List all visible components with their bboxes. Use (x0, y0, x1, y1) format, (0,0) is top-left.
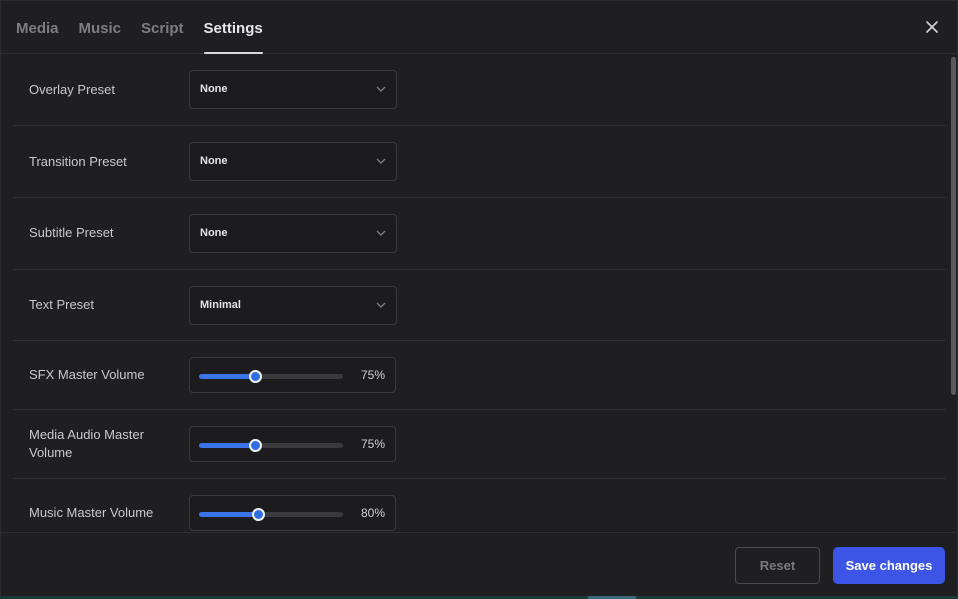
transition-preset-label: Transition Preset (29, 154, 127, 169)
tab-media[interactable]: Media (16, 1, 59, 54)
tab-bar: Media Music Script Settings (16, 1, 283, 54)
media-audio-volume-fill (199, 443, 256, 448)
text-preset-label: Text Preset (29, 297, 95, 312)
music-volume-control: 80% (189, 495, 396, 531)
chevron-down-icon (376, 86, 386, 92)
music-volume-slider[interactable] (199, 508, 343, 521)
tab-script[interactable]: Script (141, 1, 184, 54)
sfx-volume-thumb[interactable] (249, 370, 263, 383)
music-volume-row: Music Master Volume 80% (13, 479, 946, 532)
overlay-preset-select[interactable]: None (189, 70, 397, 109)
music-volume-thumb[interactable] (252, 508, 266, 521)
sfx-volume-slider[interactable] (199, 370, 343, 383)
chevron-down-icon (376, 158, 386, 164)
sfx-volume-control: 75% (189, 357, 396, 393)
text-preset-select[interactable]: Minimal (189, 286, 397, 325)
chevron-down-icon (376, 302, 386, 308)
vertical-scrollbar[interactable] (949, 55, 957, 532)
music-volume-value: 80% (360, 506, 385, 520)
overlay-preset-value: None (200, 83, 228, 95)
media-audio-volume-row: Media Audio Master Volume 75% (13, 410, 946, 479)
sfx-volume-row: SFX Master Volume 75% (13, 341, 946, 410)
media-audio-volume-slider[interactable] (199, 439, 343, 452)
text-preset-value: Minimal (200, 299, 241, 311)
text-preset-row: Text Preset Minimal (13, 270, 946, 341)
sfx-volume-value: 75% (360, 368, 385, 382)
sfx-volume-label: SFX Master Volume (29, 367, 145, 382)
media-audio-volume-control: 75% (189, 426, 396, 462)
music-volume-fill (199, 512, 259, 517)
media-audio-volume-label: Media Audio Master Volume (29, 427, 144, 460)
transition-preset-select[interactable]: None (189, 142, 397, 181)
close-icon (926, 21, 938, 33)
settings-list: Overlay Preset None Transition Preset No… (13, 55, 946, 532)
transition-preset-row: Transition Preset None (13, 126, 946, 198)
sfx-volume-fill (199, 374, 256, 379)
overlay-preset-row: Overlay Preset None (13, 55, 946, 126)
media-audio-volume-value: 75% (360, 437, 385, 451)
subtitle-preset-label: Subtitle Preset (29, 225, 114, 240)
subtitle-preset-value: None (200, 227, 228, 239)
dialog-footer: Reset Save changes (1, 532, 957, 598)
subtitle-preset-row: Subtitle Preset None (13, 198, 946, 270)
save-changes-button[interactable]: Save changes (833, 547, 945, 584)
overlay-preset-label: Overlay Preset (29, 82, 115, 97)
close-button[interactable] (923, 18, 941, 36)
scrollbar-thumb[interactable] (951, 57, 956, 395)
tab-settings[interactable]: Settings (203, 1, 263, 54)
music-volume-label: Music Master Volume (29, 505, 154, 520)
tab-music[interactable]: Music (79, 1, 122, 54)
media-audio-volume-thumb[interactable] (249, 439, 263, 452)
dialog-header: Media Music Script Settings (1, 1, 957, 54)
subtitle-preset-select[interactable]: None (189, 214, 397, 253)
reset-button[interactable]: Reset (735, 547, 820, 584)
chevron-down-icon (376, 230, 386, 236)
settings-dialog: Media Music Script Settings Overlay Pres… (0, 0, 958, 599)
transition-preset-value: None (200, 155, 228, 167)
